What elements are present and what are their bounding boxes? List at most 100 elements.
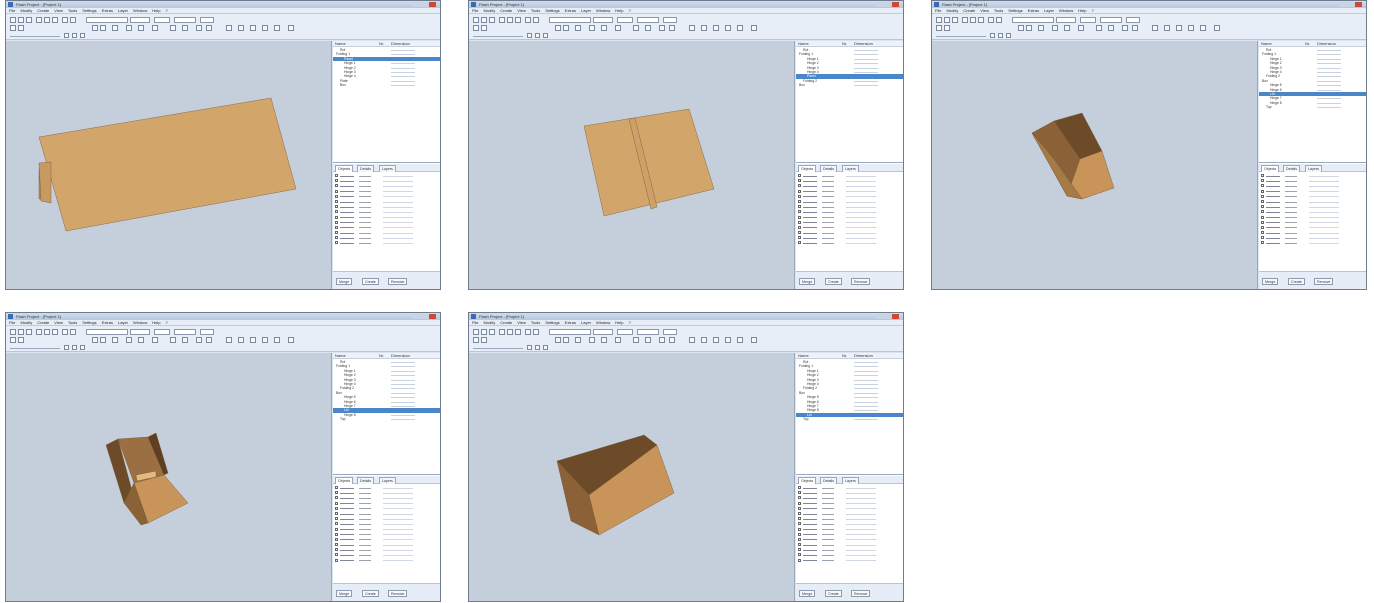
toolbar-tool-button[interactable] [499,17,505,23]
panel-button[interactable]: Merge [1262,278,1279,285]
menu-item[interactable]: Window [596,8,610,13]
toolbar-tool-button[interactable] [170,25,176,31]
tree-column-header[interactable]: Nr. [1305,41,1310,47]
tree-column-header[interactable]: Nr. [842,353,847,359]
menu-item[interactable]: Help [615,320,623,325]
property-checkbox[interactable] [335,194,338,198]
toolbar-combo[interactable] [86,329,128,335]
toolbar-tool-button[interactable] [18,329,24,335]
property-checkbox[interactable] [335,236,338,240]
panel-tab[interactable]: Objects [1261,165,1280,172]
menu-item[interactable]: Help [152,320,160,325]
toolbar-tool-button[interactable] [1176,25,1182,31]
toolbar-combo[interactable] [174,329,196,335]
tree-column-header[interactable]: Name [335,41,346,47]
panel-button[interactable]: Merge [336,590,353,597]
property-checkbox[interactable] [798,511,801,515]
toolbar-combo[interactable] [154,329,170,335]
property-checkbox[interactable] [798,491,801,495]
tree-node[interactable]: Box [796,83,903,87]
property-checkbox[interactable] [335,491,338,495]
toolbar-tool-button[interactable] [659,25,665,31]
panel-button[interactable]: Remove [1314,278,1334,285]
panel-button[interactable]: Create [825,590,842,597]
toolbar-tool-button[interactable] [751,337,757,343]
toolbar-combo[interactable] [593,17,613,23]
property-checkbox[interactable] [335,543,338,547]
property-checkbox[interactable] [798,189,801,193]
toolbar-tool-button[interactable] [226,25,232,31]
toolbar-tool-button[interactable] [601,337,607,343]
toolbar-view-button[interactable] [1006,33,1011,38]
toolbar-tool-button[interactable] [100,25,106,31]
toolbar-tool-button[interactable] [288,337,294,343]
menu-item[interactable]: Settings [545,8,559,13]
menu-item[interactable]: Create [500,8,512,13]
toolbar-tool-button[interactable] [489,17,495,23]
tree-column-header[interactable]: Name [798,353,809,359]
toolbar-tool-button[interactable] [126,337,132,343]
toolbar-tool-button[interactable] [978,17,984,23]
property-checkbox[interactable] [798,210,801,214]
menu-item[interactable]: Create [37,320,49,325]
3d-viewport[interactable] [6,353,332,601]
toolbar-tool-button[interactable] [196,337,202,343]
property-checkbox[interactable] [335,184,338,188]
toolbar-tool-button[interactable] [1122,25,1128,31]
toolbar-tool-button[interactable] [481,17,487,23]
property-checkbox[interactable] [335,527,338,531]
toolbar-tool-button[interactable] [1152,25,1158,31]
viewport-canvas[interactable] [932,41,1258,290]
toolbar-tool-button[interactable] [1078,25,1084,31]
property-checkbox[interactable] [335,486,338,489]
toolbar-tool-button[interactable] [250,25,256,31]
menu-item[interactable]: Help [152,8,160,13]
tree-column-header[interactable]: Dimension [854,41,873,47]
minimize-button[interactable] [413,314,420,319]
menu-item[interactable]: View [54,320,63,325]
menu-item[interactable]: File [935,8,941,13]
toolbar-combo[interactable] [1080,17,1096,23]
property-checkbox[interactable] [335,189,338,193]
menu-item[interactable]: ? [628,320,630,325]
toolbar-tool-button[interactable] [1188,25,1194,31]
menu-item[interactable]: Layer [581,320,591,325]
toolbar-tool-button[interactable] [751,25,757,31]
toolbar-tool-button[interactable] [996,17,1002,23]
toolbar-view-button[interactable] [72,345,77,350]
toolbar-tool-button[interactable] [206,25,212,31]
toolbar-view-button[interactable] [80,345,85,350]
close-button[interactable] [892,314,899,319]
menu-item[interactable]: File [472,320,478,325]
menu-item[interactable]: Modify [946,8,958,13]
menu-item[interactable]: Settings [82,8,96,13]
toolbar-tool-button[interactable] [575,25,581,31]
menu-item[interactable]: Window [133,320,147,325]
property-checkbox[interactable] [1261,215,1264,219]
tree-column-header[interactable]: Dimension [1317,41,1336,47]
toolbar-tool-button[interactable] [10,337,16,343]
toolbar-tool-button[interactable] [36,17,42,23]
property-checkbox[interactable] [798,501,801,505]
toolbar-combo[interactable] [86,17,128,23]
viewport-canvas[interactable] [469,41,795,290]
toolbar-tool-button[interactable] [126,25,132,31]
property-checkbox[interactable] [335,553,338,557]
toolbar-tool-button[interactable] [555,25,561,31]
property-checkbox[interactable] [1261,174,1264,177]
toolbar-tool-button[interactable] [725,337,731,343]
menu-item[interactable]: Create [963,8,975,13]
property-checkbox[interactable] [798,179,801,183]
toolbar-tool-button[interactable] [713,25,719,31]
property-checkbox[interactable] [798,506,801,510]
property-checkbox[interactable] [335,231,338,235]
toolbar-tool-button[interactable] [44,17,50,23]
property-checkbox[interactable] [335,506,338,510]
toolbar-tool-button[interactable] [515,329,521,335]
property-checkbox[interactable] [335,517,338,521]
menu-item[interactable]: Modify [20,8,32,13]
toolbar-view-button[interactable] [64,33,69,38]
toolbar-tool-button[interactable] [669,337,675,343]
property-checkbox[interactable] [798,486,801,489]
menu-item[interactable]: ? [165,8,167,13]
